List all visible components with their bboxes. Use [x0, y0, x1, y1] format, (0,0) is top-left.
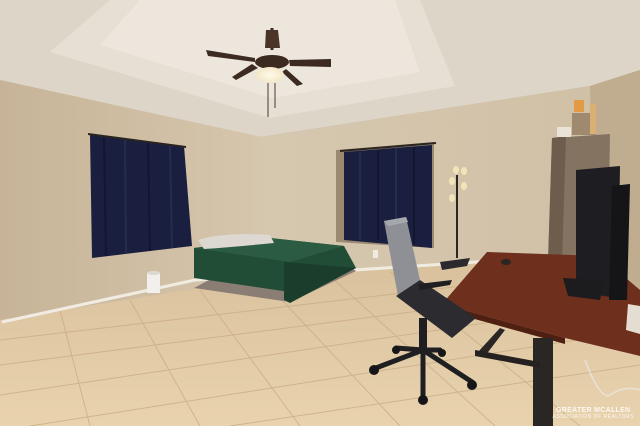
watermark-line2: ASSOCIATION OF REALTORS — [552, 413, 634, 420]
waste-bin — [147, 271, 160, 293]
left-window-curtains — [87, 133, 192, 258]
bedroom-photo: GREATER MCALLEN ASSOCIATION OF REALTORS — [0, 0, 640, 426]
brokerage-watermark: GREATER MCALLEN ASSOCIATION OF REALTORS — [552, 407, 634, 420]
photo-illustration — [0, 0, 640, 426]
wall-outlet — [373, 250, 378, 258]
back-window-curtains — [336, 142, 437, 248]
